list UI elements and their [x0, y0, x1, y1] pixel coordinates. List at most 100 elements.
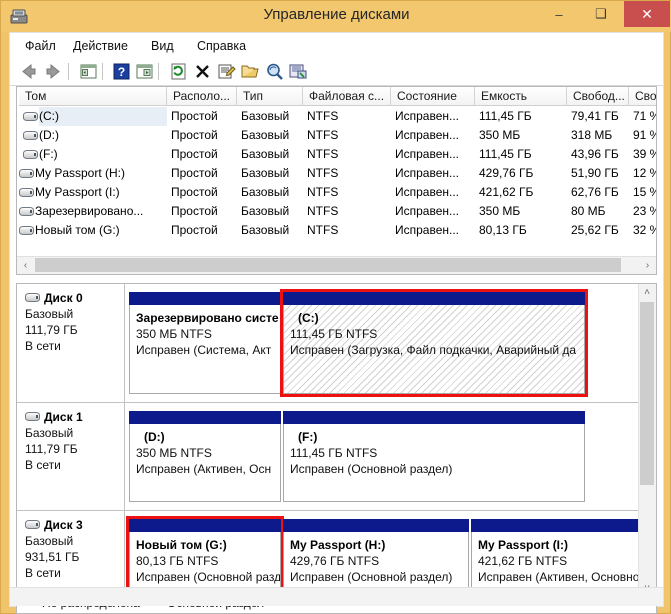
show-hide-console-tree-icon[interactable]: [78, 61, 99, 82]
column-header-3[interactable]: Файловая с...: [303, 87, 391, 106]
volume-icon: [23, 150, 38, 159]
volume-type-cell: Базовый: [241, 109, 290, 123]
partition-size-filesystem: 421,62 ГБ NTFS: [478, 554, 568, 568]
menu-item-1[interactable]: Действие: [68, 37, 133, 55]
minimize-button[interactable]: –: [538, 1, 580, 27]
disk-icon: [25, 520, 40, 529]
partition-status: Исправен (Активен, Основной: [478, 570, 647, 584]
volume-free-cell: 51,90 ГБ: [571, 166, 619, 180]
menu-item-2[interactable]: Вид: [146, 37, 179, 55]
partition-block[interactable]: My Passport (H:) 429,76 ГБ NTFS Исправен (…: [283, 519, 469, 588]
volume-free-percent-cell: 23 %: [633, 204, 656, 218]
volume-row[interactable]: (C:) Простой Базовый NTFS Исправен... 111,45 …: [17, 107, 656, 126]
volume-free-percent-cell: 91 %: [633, 128, 656, 142]
volume-list-header: Том Располо... Тип Файловая с... Состояние Ем…: [17, 87, 656, 106]
volume-list-pane[interactable]: Том Располо... Тип Файловая с... Состояние Ем…: [16, 86, 657, 275]
scroll-right-icon[interactable]: ›: [639, 257, 656, 273]
disk-row[interactable]: Диск 0 Базовый 111,79 ГБ В сети Зарезервиров…: [17, 284, 640, 403]
disk-size: 931,51 ГБ: [25, 550, 80, 564]
column-header-7[interactable]: Свободн: [629, 87, 656, 106]
menu-item-3[interactable]: Справка: [192, 37, 251, 55]
column-header-6[interactable]: Свобод...: [567, 87, 629, 106]
volume-status-cell: Исправен...: [395, 147, 460, 161]
partition-color-bar: [471, 519, 656, 532]
column-header-5[interactable]: Емкость: [475, 87, 567, 106]
maximize-button[interactable]: ❑: [580, 1, 622, 27]
volume-icon: [19, 169, 34, 178]
disk-row[interactable]: Диск 1 Базовый 111,79 ГБ В сети (D:) 350 МБ N…: [17, 403, 640, 511]
delete-icon[interactable]: [192, 61, 213, 82]
explore-icon[interactable]: [264, 61, 285, 82]
partition-name: (C:): [298, 311, 319, 325]
partition-block[interactable]: (D:) 350 МБ NTFS Исправен (Активен, Осн: [129, 411, 281, 502]
partition-body: Новый том (G:) 80,13 ГБ NTFS Исправен (Осн…: [129, 532, 281, 588]
forward-icon[interactable]: [43, 61, 64, 82]
disk-info-panel[interactable]: Диск 1 Базовый 111,79 ГБ В сети: [17, 403, 125, 510]
volume-type-cell: Базовый: [241, 166, 290, 180]
partition-body: My Passport (I:) 421,62 ГБ NTFS Исправен (…: [471, 532, 656, 588]
volume-row[interactable]: (F:) Простой Базовый NTFS Исправен... 111,45 …: [17, 145, 656, 164]
volume-row[interactable]: (D:) Простой Базовый NTFS Исправен... 350 МБ 3…: [17, 126, 656, 145]
disk-type: Базовый: [25, 307, 74, 321]
disk-management-window: Управление дисками – ❑ ✕ Файл Действие Вид…: [0, 0, 671, 614]
disk-properties-icon[interactable]: [288, 61, 309, 82]
disk-info-panel[interactable]: Диск 3 Базовый 931,51 ГБ В сети: [17, 511, 125, 596]
volume-name-cell: Зарезервировано...: [35, 204, 144, 218]
volume-name-cell: My Passport (H:): [35, 166, 126, 180]
show-hide-action-pane-icon[interactable]: [134, 61, 155, 82]
disk-info-panel[interactable]: Диск 0 Базовый 111,79 ГБ В сети: [17, 284, 125, 402]
back-icon[interactable]: [18, 61, 39, 82]
volume-type-cell: Базовый: [241, 204, 290, 218]
partition-name: My Passport (I:): [478, 538, 569, 552]
partition-block[interactable]: Новый том (G:) 80,13 ГБ NTFS Исправен (Осн…: [126, 516, 284, 591]
close-button[interactable]: ✕: [624, 1, 670, 27]
disk-row[interactable]: Диск 3 Базовый 931,51 ГБ В сети Новый том (G…: [17, 511, 656, 597]
volume-name-cell: My Passport (I:): [35, 185, 120, 199]
partition-block[interactable]: (C:) 111,45 ГБ NTFS Исправен (Загрузка, Фа…: [280, 289, 588, 397]
partition-size-filesystem: 350 МБ NTFS: [136, 446, 212, 460]
rescan-disks-icon[interactable]: [168, 61, 189, 82]
volume-layout-cell: Простой: [171, 166, 218, 180]
volume-capacity-cell: 350 МБ: [479, 204, 521, 218]
volume-layout-cell: Простой: [171, 185, 218, 199]
partition-name: (D:): [144, 430, 165, 444]
vertical-scrollbar-thumb[interactable]: [640, 302, 654, 485]
disk-graphical-pane[interactable]: Диск 0 Базовый 111,79 ГБ В сети Зарезервиров…: [16, 283, 657, 598]
scroll-up-icon[interactable]: ˄: [639, 284, 655, 301]
partition-color-bar: [129, 411, 281, 424]
volume-row[interactable]: Зарезервировано... Простой Базовый NTFS Испр…: [17, 202, 656, 221]
volume-status-cell: Исправен...: [395, 128, 460, 142]
volume-name-cell: (F:): [39, 147, 58, 161]
volume-status-cell: Исправен...: [395, 223, 460, 237]
svg-text:?: ?: [118, 65, 125, 79]
open-icon[interactable]: [240, 61, 261, 82]
volume-type-cell: Базовый: [241, 128, 290, 142]
column-header-1[interactable]: Располо...: [167, 87, 237, 106]
menu-item-0[interactable]: Файл: [20, 37, 61, 55]
column-header-2[interactable]: Тип: [237, 87, 303, 106]
volume-capacity-cell: 350 МБ: [479, 128, 521, 142]
volume-row[interactable]: My Passport (I:) Простой Базовый NTFS Исправ…: [17, 183, 656, 202]
properties-icon[interactable]: [216, 61, 237, 82]
column-header-4[interactable]: Состояние: [391, 87, 475, 106]
disk-size: 111,79 ГБ: [25, 442, 78, 456]
partition-block[interactable]: My Passport (I:) 421,62 ГБ NTFS Исправен (…: [471, 519, 656, 588]
volume-icon: [19, 188, 34, 197]
partition-strip: (D:) 350 МБ NTFS Исправен (Активен, Осн (F:…: [125, 403, 640, 510]
horizontal-scrollbar-thumb[interactable]: [35, 258, 621, 272]
graphical-pane-vertical-scrollbar[interactable]: ˄ ˅: [638, 284, 656, 597]
scroll-left-icon[interactable]: ‹: [17, 257, 34, 273]
column-header-0[interactable]: Том: [19, 87, 167, 106]
volume-row[interactable]: Новый том (G:) Простой Базовый NTFS Исправен…: [17, 221, 656, 240]
partition-block[interactable]: (F:) 111,45 ГБ NTFS Исправен (Основной раз…: [283, 411, 585, 502]
volume-filesystem-cell: NTFS: [307, 166, 339, 180]
volume-filesystem-cell: NTFS: [307, 204, 339, 218]
volume-row[interactable]: My Passport (H:) Простой Базовый NTFS Исправ…: [17, 164, 656, 183]
help-icon[interactable]: ?: [111, 61, 132, 82]
volume-list-horizontal-scrollbar[interactable]: ‹ ›: [17, 256, 656, 274]
client-area: Файл Действие Вид Справка ? Том Располо... Ти…: [9, 32, 664, 614]
volume-layout-cell: Простой: [171, 204, 218, 218]
partition-block[interactable]: Зарезервировано систе 350 МБ NTFS Исправен…: [129, 292, 281, 394]
volume-layout-cell: Простой: [171, 128, 218, 142]
disk-icon: [25, 293, 40, 302]
